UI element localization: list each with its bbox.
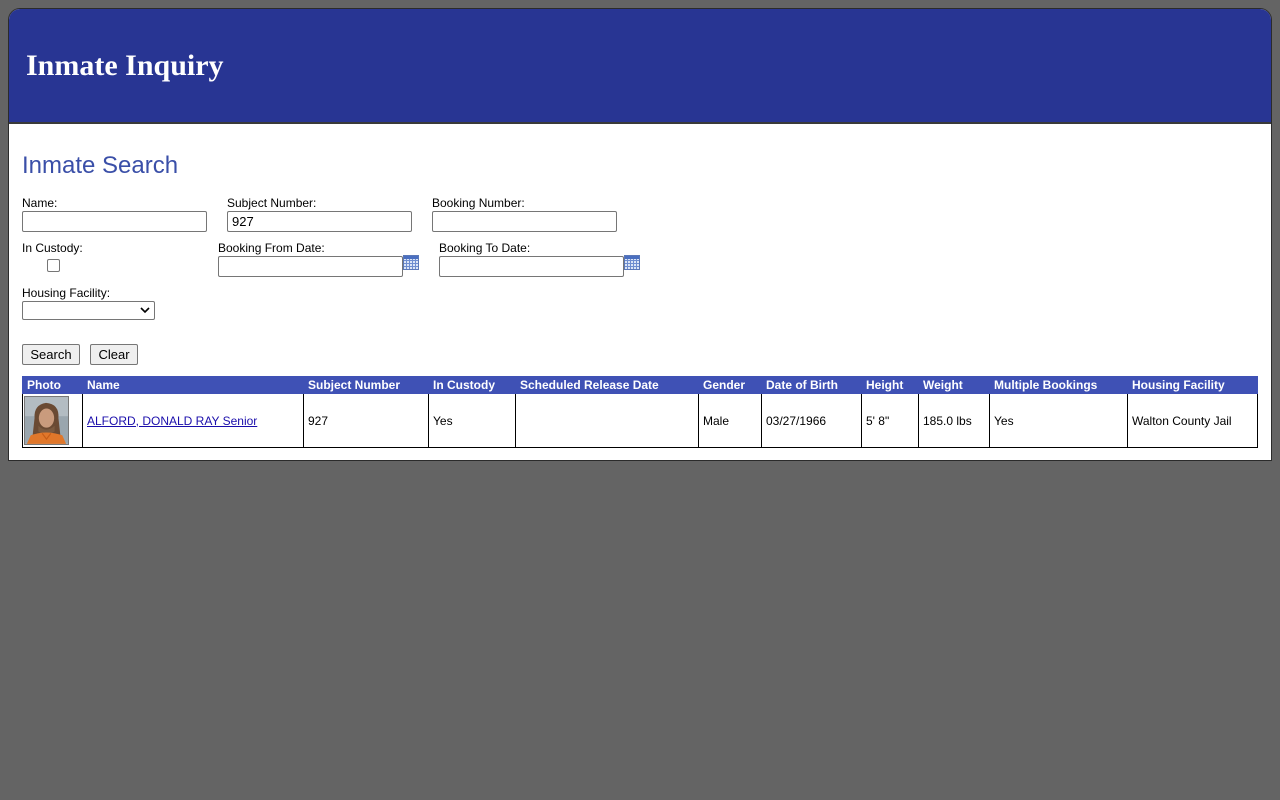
in-custody-cell: Yes [428, 393, 516, 448]
column-header: Name [82, 376, 304, 394]
subject-number-cell: 927 [303, 393, 429, 448]
calendar-icon[interactable] [624, 255, 640, 270]
search-button[interactable]: Search [22, 344, 80, 365]
page-title: Inmate Inquiry [26, 49, 224, 82]
dob-cell: 03/27/1966 [761, 393, 862, 448]
weight-cell: 185.0 lbs [918, 393, 990, 448]
column-header: Scheduled Release Date [515, 376, 699, 394]
name-cell: ALFORD, DONALD RAY Senior [82, 393, 304, 448]
page-header: Inmate Inquiry [9, 9, 1271, 124]
booking-to-input[interactable] [439, 256, 624, 277]
column-header: Photo [22, 376, 83, 394]
column-header: Height [861, 376, 919, 394]
in-custody-checkbox[interactable] [47, 259, 60, 272]
calendar-icon[interactable] [403, 255, 419, 270]
release-date-cell [515, 393, 699, 448]
gender-cell: Male [698, 393, 762, 448]
table-row: ALFORD, DONALD RAY Senior 927 Yes Male 0… [22, 393, 1258, 448]
name-input[interactable] [22, 211, 207, 232]
name-label: Name: [22, 196, 58, 210]
booking-number-input[interactable] [432, 211, 617, 232]
subject-number-label: Subject Number: [227, 196, 317, 210]
table-header-row: Photo Name Subject Number In Custody Sch… [22, 376, 1258, 394]
photo-cell [22, 393, 83, 448]
in-custody-label: In Custody: [22, 241, 83, 255]
housing-facility-label: Housing Facility: [22, 286, 111, 300]
booking-from-input[interactable] [218, 256, 403, 277]
housing-facility-select[interactable] [22, 301, 155, 320]
booking-number-label: Booking Number: [432, 196, 525, 210]
booking-to-label: Booking To Date: [439, 241, 531, 255]
column-header: Weight [918, 376, 990, 394]
results-table: Photo Name Subject Number In Custody Sch… [22, 376, 1258, 448]
height-cell: 5' 8" [861, 393, 919, 448]
column-header: Subject Number [303, 376, 429, 394]
chevron-down-icon [140, 307, 150, 314]
column-header: Housing Facility [1127, 376, 1258, 394]
inmate-photo[interactable] [24, 396, 69, 445]
subject-number-input[interactable] [227, 211, 412, 232]
search-panel: Inmate Search Name: Subject Number: Book… [9, 124, 1271, 460]
section-title: Inmate Search [22, 152, 179, 179]
column-header: Gender [698, 376, 762, 394]
column-header: Date of Birth [761, 376, 862, 394]
column-header: Multiple Bookings [989, 376, 1128, 394]
multiple-bookings-cell: Yes [989, 393, 1128, 448]
app-window: Inmate Inquiry Inmate Search Name: Subje… [8, 8, 1272, 461]
booking-from-label: Booking From Date: [218, 241, 325, 255]
column-header: In Custody [428, 376, 516, 394]
clear-button[interactable]: Clear [90, 344, 138, 365]
inmate-name-link[interactable]: ALFORD, DONALD RAY Senior [87, 414, 257, 428]
housing-facility-cell: Walton County Jail [1127, 393, 1258, 448]
